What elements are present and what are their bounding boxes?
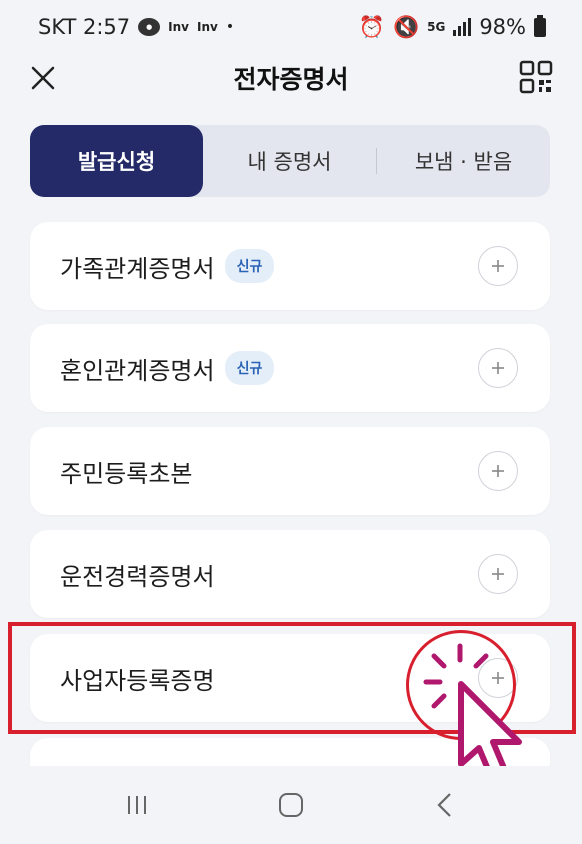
battery-icon — [534, 14, 546, 37]
new-badge: 신규 — [224, 249, 275, 283]
back-icon — [437, 793, 451, 817]
tab-issue-request[interactable]: 발급신청 — [30, 125, 203, 197]
certificate-label: 혼인관계증명서 — [60, 356, 215, 385]
certificate-label: 주민등록초본 — [60, 459, 193, 488]
status-indicator: Inv — [168, 20, 189, 34]
tab-my-certificates[interactable]: 내 증명서 — [203, 125, 376, 197]
plus-icon — [492, 260, 504, 272]
new-badge: 신규 — [224, 351, 275, 385]
status-bar: SKT 2:57 ● Inv Inv • ⏰ 🔇 5G 98% — [0, 0, 582, 54]
app-header: 전자증명서 — [0, 54, 582, 102]
plus-icon — [492, 568, 504, 580]
qr-code-icon — [519, 60, 553, 94]
tab-sent-received[interactable]: 보냄 · 받음 — [377, 125, 550, 197]
tab-bar: 발급신청 내 증명서 보냄 · 받음 — [30, 125, 550, 197]
talk-icon: ● — [138, 18, 161, 36]
notification-dot-icon: • — [225, 19, 235, 35]
certificate-item-driving-record[interactable]: 운전경력증명서 — [30, 530, 550, 618]
back-button[interactable] — [425, 785, 465, 825]
close-button[interactable] — [28, 63, 58, 93]
certificate-item-marriage[interactable]: 혼인관계증명서 신규 — [30, 324, 550, 412]
close-icon — [31, 66, 55, 90]
home-button[interactable] — [271, 785, 311, 825]
mute-icon: 🔇 — [392, 14, 420, 39]
recent-apps-icon — [128, 796, 146, 814]
system-nav-bar — [0, 766, 582, 844]
recent-apps-button[interactable] — [117, 785, 157, 825]
certificate-item-resident-abstract[interactable]: 주민등록초본 — [30, 427, 550, 515]
5g-icon: 5G — [427, 20, 446, 34]
carrier-time: SKT 2:57 — [38, 15, 131, 39]
plus-icon — [492, 465, 504, 477]
certificate-label: 가족관계증명서 — [60, 254, 215, 283]
certificate-label: 운전경력증명서 — [60, 562, 215, 591]
plus-icon — [492, 362, 504, 374]
alarm-icon: ⏰ — [358, 14, 385, 39]
qr-scan-button[interactable] — [518, 59, 554, 95]
page-title: 전자증명서 — [233, 65, 349, 94]
certificate-item-family[interactable]: 가족관계증명서 신규 — [30, 222, 550, 310]
add-button[interactable] — [478, 348, 518, 388]
add-button[interactable] — [478, 451, 518, 491]
status-indicator: Inv — [196, 20, 218, 34]
add-button[interactable] — [478, 554, 518, 594]
add-button[interactable] — [478, 246, 518, 286]
battery-level: 98% — [479, 15, 526, 39]
home-icon — [279, 793, 303, 817]
signal-icon — [453, 18, 472, 36]
